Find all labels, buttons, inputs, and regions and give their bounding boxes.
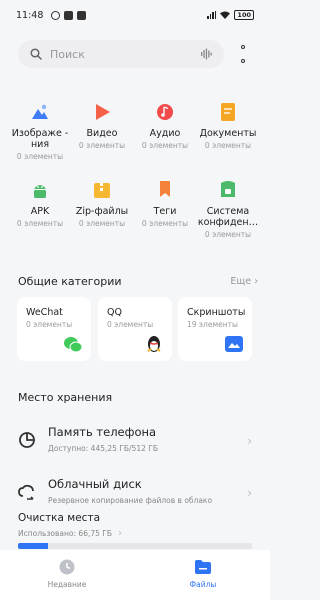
phone-storage-subtitle: Доступно: 445,25 ГБ/512 ГБ: [48, 444, 158, 453]
card-screenshots[interactable]: Скриншоты 19 элементы: [178, 297, 252, 361]
notification-icon: [77, 10, 87, 20]
clock-icon: [59, 559, 75, 575]
tag-icon: [160, 181, 170, 197]
cloud-drive-subtitle: Резервное копирование файлов в облако: [48, 496, 213, 505]
card-title: QQ: [107, 307, 122, 318]
category-label: Изображе - ния: [11, 128, 69, 150]
search-bar[interactable]: Поиск: [18, 40, 224, 68]
card-title: WeChat: [26, 307, 63, 318]
phone-storage-row[interactable]: Память телефона Доступно: 445,25 ГБ/512 …: [0, 420, 270, 466]
cleanup-title: Очистка места: [18, 512, 101, 524]
card-qq[interactable]: QQ 0 элементы: [98, 297, 172, 361]
cloud-sync-icon: [18, 484, 34, 500]
video-icon: [96, 104, 110, 120]
tab-label: Файлы: [189, 580, 217, 589]
cloud-drive-title: Облачный диск: [48, 477, 142, 491]
card-count: 19 элементы: [187, 320, 238, 329]
wechat-icon: [64, 337, 83, 353]
more-options-icon[interactable]: [238, 45, 248, 63]
android-icon: [34, 185, 46, 198]
common-categories-title: Общие категории: [18, 275, 122, 288]
category-audio[interactable]: Аудио 0 элементы: [131, 102, 199, 150]
category-label: Аудио: [149, 128, 181, 139]
category-zip[interactable]: Zip-файлы 0 элементы: [68, 180, 136, 228]
voice-search-icon[interactable]: [200, 48, 212, 60]
card-title: Скриншоты: [187, 307, 246, 318]
category-label: Система конфиден…: [197, 206, 259, 228]
storage-progress-fill: [18, 543, 49, 549]
category-count: 0 элементы: [204, 230, 252, 239]
category-count: 0 элементы: [141, 219, 189, 228]
category-label: Теги: [153, 206, 177, 217]
status-time: 11:48: [16, 9, 44, 21]
category-count: 0 элементы: [78, 141, 126, 150]
storage-progress-bar: [18, 543, 252, 549]
category-apk[interactable]: APK 0 элементы: [6, 180, 74, 228]
category-count: 0 элементы: [204, 141, 252, 150]
category-images[interactable]: Изображе - ния 0 элементы: [6, 102, 74, 161]
tab-files[interactable]: Файлы: [163, 558, 243, 589]
screenshot-icon: [225, 336, 243, 352]
notification-icon: [64, 10, 74, 20]
chevron-right-icon: ›: [118, 528, 123, 539]
card-count: 0 элементы: [26, 320, 73, 329]
notification-icon: [51, 10, 61, 20]
category-count: 0 элементы: [141, 141, 189, 150]
wifi-icon: [220, 11, 231, 19]
storage-title: Место хранения: [18, 391, 113, 404]
common-categories-more-link[interactable]: Еще ›: [230, 276, 258, 287]
category-documents[interactable]: Документы 0 элементы: [194, 102, 262, 150]
audio-icon: [157, 104, 173, 120]
card-wechat[interactable]: WeChat 0 элементы: [17, 297, 91, 361]
search-input[interactable]: Поиск: [50, 48, 200, 61]
folder-icon: [195, 560, 211, 574]
more-link-label: Еще: [230, 276, 252, 287]
cleanup-section[interactable]: Очистка места Использовано: 66,75 ГБ ›: [18, 512, 252, 539]
cleanup-used: Использовано: 66,75 ГБ: [18, 529, 113, 538]
tab-label: Недавние: [47, 580, 87, 589]
image-icon: [32, 104, 48, 119]
zip-icon: [94, 183, 110, 198]
category-count: 0 элементы: [16, 152, 64, 161]
chevron-right-icon: ›: [254, 276, 258, 287]
category-count: 0 элементы: [78, 219, 126, 228]
category-tags[interactable]: Теги 0 элементы: [131, 180, 199, 228]
phone-storage-title: Память телефона: [48, 425, 157, 439]
tab-recent[interactable]: Недавние: [27, 558, 107, 589]
category-video[interactable]: Видео 0 элементы: [68, 102, 136, 150]
chevron-right-icon: ›: [247, 486, 252, 500]
category-count: 0 элементы: [16, 219, 64, 228]
category-label: Zip-файлы: [75, 206, 129, 217]
battery-indicator: 100: [234, 10, 254, 20]
qq-icon: [147, 336, 161, 352]
document-icon: [221, 103, 235, 121]
bottom-tab-bar: Недавние Файлы: [0, 550, 270, 600]
category-label: Документы: [199, 128, 257, 139]
chevron-right-icon: ›: [247, 434, 252, 448]
category-label: Видео: [86, 128, 118, 139]
category-label: APK: [30, 206, 50, 217]
category-privacy[interactable]: Система конфиден… 0 элементы: [194, 180, 262, 239]
search-icon: [30, 48, 42, 60]
privacy-icon: [221, 181, 235, 197]
storage-pie-icon: [19, 432, 35, 448]
card-count: 0 элементы: [107, 320, 154, 329]
status-bar: 11:48 100: [0, 0, 270, 30]
signal-icon: [207, 11, 217, 19]
